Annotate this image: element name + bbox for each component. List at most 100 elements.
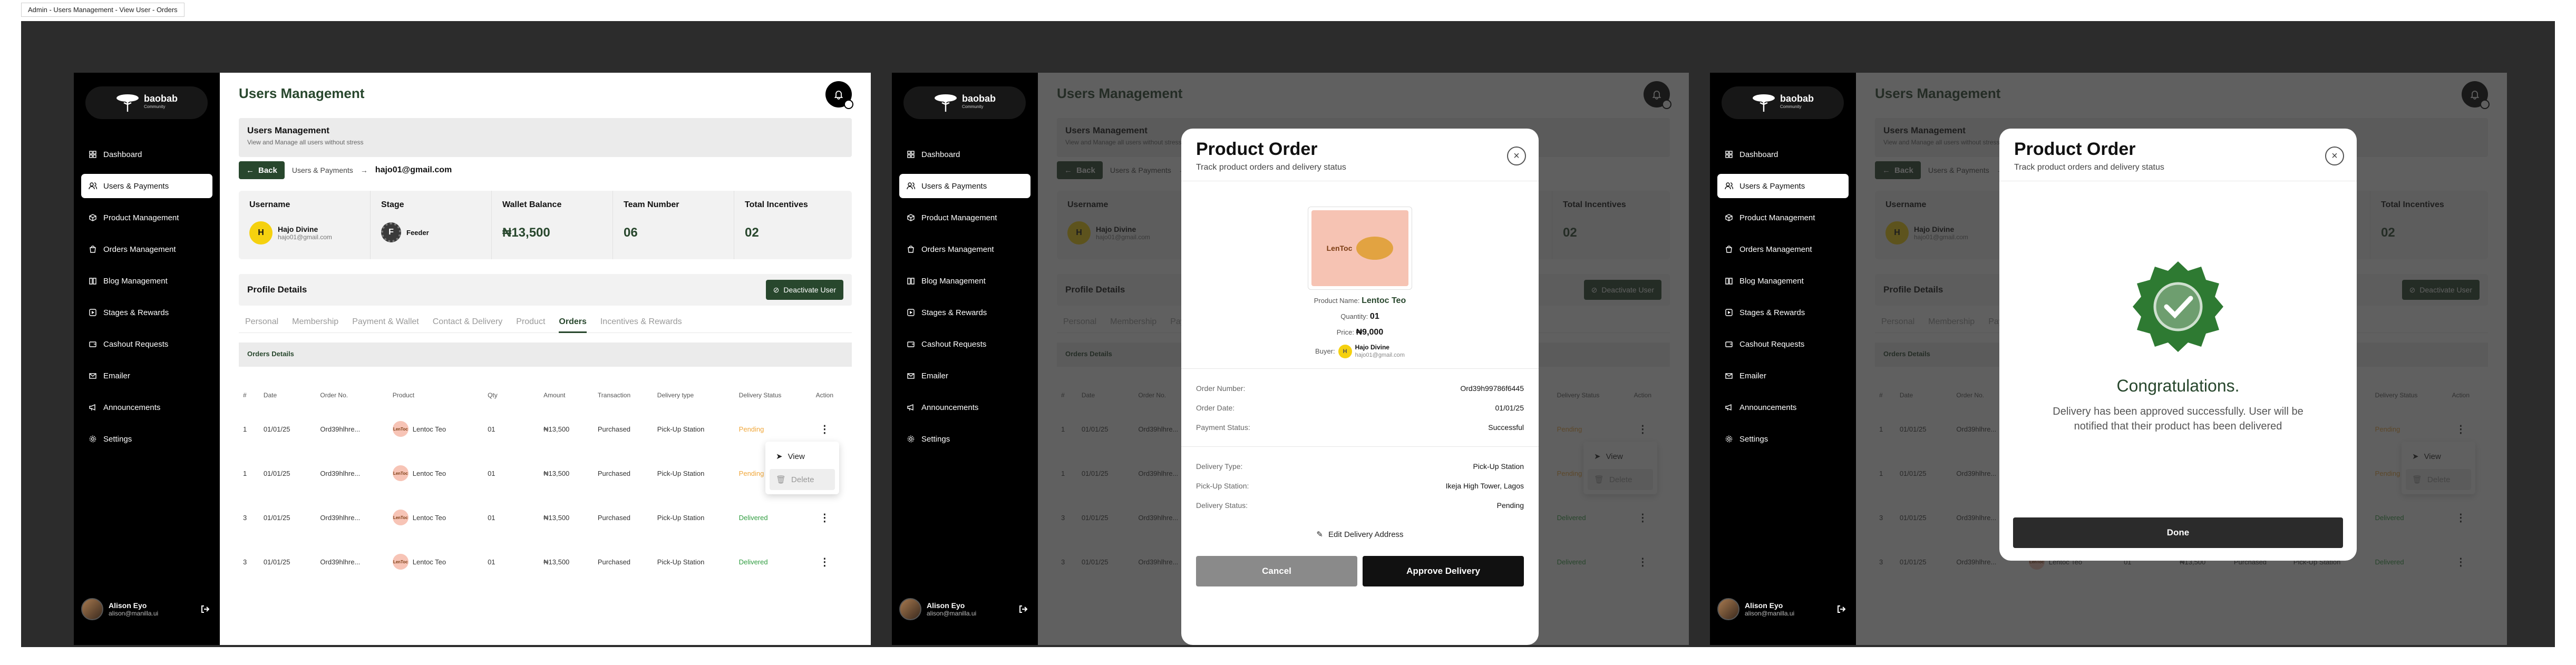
- buyer-avatar: H: [1338, 344, 1352, 358]
- sidebar-item-users-payments[interactable]: Users & Payments: [899, 174, 1031, 198]
- sidebar-item-stages-rewards[interactable]: Stages & Rewards: [81, 300, 212, 325]
- table-cell: Ord39hlhre...: [320, 558, 361, 566]
- close-icon[interactable]: ×: [2325, 146, 2344, 165]
- sidebar-item-stages-rewards[interactable]: Stages & Rewards: [899, 300, 1031, 325]
- logout-icon[interactable]: [200, 604, 210, 614]
- sidebar-user-card: Alison Eyo alison@manilla.ui: [1717, 595, 1849, 623]
- sidebar-item-stages-rewards[interactable]: Stages & Rewards: [1717, 300, 1849, 325]
- sidebar-item-users-payments[interactable]: Users & Payments: [81, 174, 212, 198]
- table-cell: Pick-Up Station: [657, 425, 705, 433]
- close-icon[interactable]: ×: [1507, 146, 1526, 165]
- edit-delivery-address-link[interactable]: ✎ Edit Delivery Address: [1181, 530, 1539, 540]
- tab-product[interactable]: Product: [516, 315, 545, 333]
- cancel-button[interactable]: Cancel: [1196, 556, 1357, 586]
- sidebar-item-settings[interactable]: Settings: [1717, 427, 1849, 451]
- table-row[interactable]: 3 01/01/25 Ord39hlhre... LenTocLentoc Teo 01…: [239, 495, 833, 540]
- tab-payment-wallet[interactable]: Payment & Wallet: [352, 315, 419, 333]
- breadcrumb-section[interactable]: Users & Payments: [292, 166, 353, 174]
- sidebar-item-label: Blog Management: [1739, 276, 1804, 286]
- sidebar-item-product-management[interactable]: Product Management: [899, 206, 1031, 230]
- tab-orders[interactable]: Orders: [559, 315, 587, 333]
- product-cell: LenTocLentoc Teo: [388, 407, 483, 451]
- bell-icon: [834, 91, 843, 100]
- avatar[interactable]: [81, 598, 103, 620]
- table-row[interactable]: 3 01/01/25 Ord39hlhre... LenTocLentoc Teo 01…: [239, 540, 833, 584]
- sidebar-item-blog-management[interactable]: Blog Management: [899, 269, 1031, 293]
- baobab-tree-icon: [934, 94, 957, 112]
- table-cell: Purchased: [597, 558, 631, 566]
- row-action-menu-icon[interactable]: ⋮: [812, 540, 833, 584]
- sidebar-item-orders-management[interactable]: Orders Management: [81, 237, 212, 261]
- quantity-row: Quantity: 01: [1340, 312, 1379, 321]
- row-action-menu-icon[interactable]: ⋮: [812, 495, 833, 540]
- row-action-menu: ➤View🗑Delete: [765, 442, 839, 494]
- notification-button[interactable]: [825, 81, 853, 109]
- table-cell: 1: [243, 425, 247, 433]
- sidebar-item-settings[interactable]: Settings: [81, 427, 212, 451]
- avatar[interactable]: [899, 598, 921, 620]
- brand-tagline: Community: [1780, 104, 1802, 109]
- table-row[interactable]: 1 01/01/25 Ord39hlhre... LenTocLentoc Teo 01…: [239, 407, 833, 451]
- table-cell: 01: [488, 513, 495, 522]
- delete-menu-item[interactable]: 🗑Delete: [770, 469, 835, 490]
- tab-contact-delivery[interactable]: Contact & Delivery: [433, 315, 503, 333]
- sidebar-item-users-payments[interactable]: Users & Payments: [1717, 174, 1849, 198]
- tab-personal[interactable]: Personal: [245, 315, 278, 333]
- brand-logo[interactable]: baobab Community: [903, 86, 1026, 119]
- table-cell: Ord39hlhre...: [320, 469, 361, 477]
- congratulations-heading: Congratulations.: [2116, 376, 2240, 395]
- sidebar-item-cashout-requests[interactable]: Cashout Requests: [899, 332, 1031, 356]
- frame-product-order-modal: baobab Community Dashboard Users & Payment…: [892, 73, 1689, 645]
- sidebar-item-dashboard[interactable]: Dashboard: [1717, 142, 1849, 167]
- tab-incentives-rewards[interactable]: Incentives & Rewards: [600, 315, 682, 333]
- sidebar-item-label: Stages & Rewards: [1739, 308, 1805, 317]
- sidebar-item-label: Product Management: [1739, 213, 1815, 222]
- sidebar-item-product-management[interactable]: Product Management: [81, 206, 212, 230]
- tab-membership[interactable]: Membership: [292, 315, 338, 333]
- brand-logo[interactable]: baobab Community: [85, 86, 208, 119]
- sidebar-item-blog-management[interactable]: Blog Management: [1717, 269, 1849, 293]
- sidebar-item-settings[interactable]: Settings: [899, 427, 1031, 451]
- sidebar-item-emailer[interactable]: Emailer: [81, 364, 212, 388]
- baobab-tree-icon: [116, 94, 139, 112]
- sidebar-item-product-management[interactable]: Product Management: [1717, 206, 1849, 230]
- logout-icon[interactable]: [1018, 604, 1028, 614]
- sidebar-item-announcements[interactable]: Announcements: [1717, 395, 1849, 419]
- sidebar-item-orders-management[interactable]: Orders Management: [899, 237, 1031, 261]
- user-stats-card: Username H Hajo Divinehajo01@gmail.com S…: [239, 191, 852, 259]
- sidebar-item-blog-management[interactable]: Blog Management: [81, 269, 212, 293]
- brand-logo[interactable]: baobab Community: [1722, 86, 1844, 119]
- sidebar-item-cashout-requests[interactable]: Cashout Requests: [1717, 332, 1849, 356]
- modal-title: Product Order: [2014, 139, 2136, 159]
- sidebar-user-name: Alison Eyo: [1745, 601, 1783, 610]
- sidebar-item-emailer[interactable]: Emailer: [1717, 364, 1849, 388]
- logout-icon[interactable]: [1836, 604, 1846, 614]
- sidebar-item-orders-management[interactable]: Orders Management: [1717, 237, 1849, 261]
- modal-subtitle: Track product orders and delivery status: [1196, 163, 1346, 172]
- sidebar-item-dashboard[interactable]: Dashboard: [899, 142, 1031, 167]
- table-row[interactable]: 1 01/01/25 Ord39hlhre... LenTocLentoc Teo 01…: [239, 451, 833, 495]
- divider: [1181, 446, 1539, 447]
- sidebar-item-announcements[interactable]: Announcements: [81, 395, 212, 419]
- product-thumbnail: LenToc: [392, 465, 409, 481]
- deactivate-user-button[interactable]: ⊘Deactivate User: [765, 280, 843, 300]
- table-cell: 01/01/25: [263, 558, 290, 566]
- product-image-label: LenToc: [1326, 244, 1353, 252]
- sidebar-item-dashboard[interactable]: Dashboard: [81, 142, 212, 167]
- bag-icon: [89, 245, 97, 253]
- done-button[interactable]: Done: [2013, 517, 2343, 548]
- column-header: Qty: [488, 392, 498, 399]
- table-cell: Purchased: [597, 513, 631, 522]
- avatar[interactable]: [1717, 598, 1739, 620]
- sidebar-item-announcements[interactable]: Announcements: [899, 395, 1031, 419]
- table-cell: ₦13,500: [543, 558, 570, 566]
- product-name: Lentoc Teo: [412, 469, 446, 477]
- sidebar-item-cashout-requests[interactable]: Cashout Requests: [81, 332, 212, 356]
- sidebar-item-label: Orders Management: [921, 245, 994, 254]
- back-button[interactable]: ←Back: [239, 161, 285, 179]
- sidebar-item-emailer[interactable]: Emailer: [899, 364, 1031, 388]
- approve-delivery-button[interactable]: Approve Delivery: [1363, 556, 1524, 586]
- users-icon: [1725, 182, 1733, 190]
- view-menu-item[interactable]: ➤View: [770, 446, 835, 467]
- table-cell: Ord39hlhre...: [320, 513, 361, 522]
